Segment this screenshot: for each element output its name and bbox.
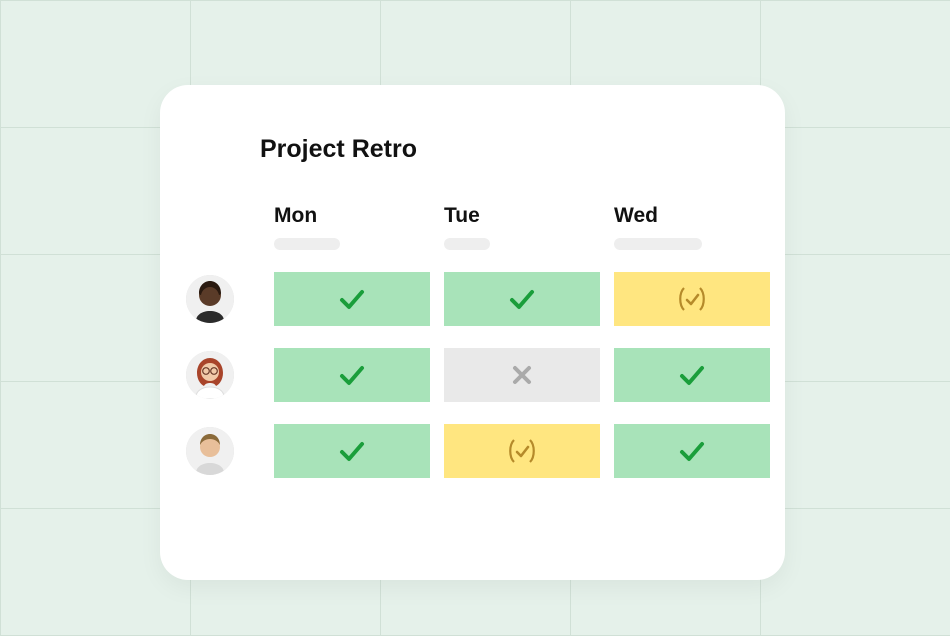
- x-icon: [510, 363, 534, 387]
- column-header-label: Mon: [274, 204, 317, 228]
- check-icon: [677, 360, 707, 390]
- availability-cell-no[interactable]: [444, 348, 600, 402]
- availability-cell-yes[interactable]: [274, 272, 430, 326]
- availability-cell-yes[interactable]: [274, 348, 430, 402]
- column-header-sub-placeholder: [614, 238, 702, 250]
- availability-cell-maybe[interactable]: [444, 424, 600, 478]
- check-icon: [337, 284, 367, 314]
- check-icon: [337, 436, 367, 466]
- availability-cell-yes[interactable]: [274, 424, 430, 478]
- participant-avatar[interactable]: [186, 427, 234, 475]
- column-header-wed[interactable]: Wed: [614, 204, 770, 250]
- availability-cell-yes[interactable]: [614, 424, 770, 478]
- column-header-sub-placeholder: [274, 238, 340, 250]
- availability-cell-maybe[interactable]: [614, 272, 770, 326]
- availability-cell-yes[interactable]: [444, 272, 600, 326]
- maybe-icon: [504, 436, 540, 466]
- column-header-sub-placeholder: [444, 238, 490, 250]
- participant-avatar[interactable]: [186, 351, 234, 399]
- column-header-mon[interactable]: Mon: [274, 204, 430, 250]
- card-title: Project Retro: [260, 135, 785, 164]
- column-header-label: Tue: [444, 204, 480, 228]
- maybe-icon: [674, 284, 710, 314]
- check-icon: [337, 360, 367, 390]
- check-icon: [507, 284, 537, 314]
- availability-cell-yes[interactable]: [614, 348, 770, 402]
- column-header-tue[interactable]: Tue: [444, 204, 600, 250]
- column-header-label: Wed: [614, 204, 658, 228]
- participant-avatar[interactable]: [186, 275, 234, 323]
- check-icon: [677, 436, 707, 466]
- availability-grid: Mon Tue Wed: [160, 204, 785, 478]
- availability-card: Project Retro Mon Tue Wed: [160, 85, 785, 580]
